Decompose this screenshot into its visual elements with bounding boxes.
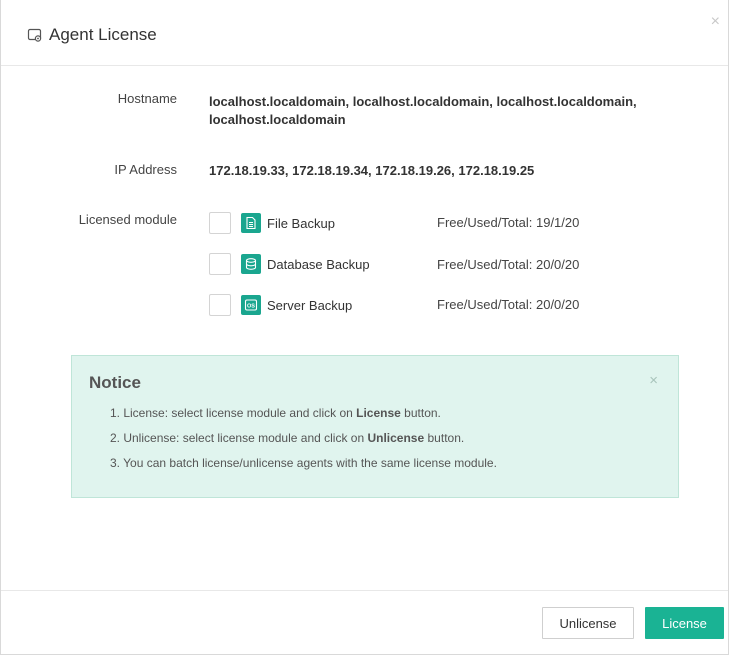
close-icon[interactable]: × <box>711 14 720 30</box>
notice-item: 2. Unlicense: select license module and … <box>110 431 465 445</box>
svg-text:OS: OS <box>247 304 255 310</box>
module-row-database-backup: Database Backup <box>209 251 370 277</box>
hostname-label: Hostname <box>117 91 177 106</box>
hostname-value: localhost.localdomain, localhost.localdo… <box>209 94 637 127</box>
notice-close-icon[interactable]: × <box>649 372 658 389</box>
file-icon <box>241 213 261 233</box>
ip-address-value: 172.18.19.33, 172.18.19.34, 172.18.19.26… <box>209 163 535 178</box>
server-backup-label: Server Backup <box>267 297 353 313</box>
module-row-server-backup: OS Server Backup <box>209 292 352 318</box>
notice-box: Notice × 1. License: select license modu… <box>71 355 679 498</box>
ip-address-label: IP Address <box>114 162 177 177</box>
license-button[interactable]: License <box>645 607 724 639</box>
dialog-title: Agent License <box>27 25 157 45</box>
file-backup-stats: Free/Used/Total: 19/1/20 <box>437 215 580 230</box>
database-backup-checkbox[interactable] <box>209 253 231 275</box>
license-icon <box>27 27 43 43</box>
file-backup-label: File Backup <box>267 215 335 231</box>
agent-license-dialog: Agent License × Hostname localhost.local… <box>0 0 729 655</box>
unlicense-button[interactable]: Unlicense <box>542 607 634 639</box>
os-icon: OS <box>241 295 261 315</box>
notice-item: 3. You can batch license/unlicense agent… <box>110 456 497 470</box>
server-backup-stats: Free/Used/Total: 20/0/20 <box>437 297 580 312</box>
database-backup-label: Database Backup <box>267 256 370 272</box>
database-icon <box>241 254 261 274</box>
database-backup-stats: Free/Used/Total: 20/0/20 <box>437 257 580 272</box>
server-backup-checkbox[interactable] <box>209 294 231 316</box>
notice-list: 1. License: select license module and cl… <box>110 405 497 480</box>
dialog-title-text: Agent License <box>49 25 157 44</box>
dialog-footer: Unlicense License <box>1 590 728 655</box>
dialog-header: Agent License × <box>1 0 728 66</box>
notice-item: 1. License: select license module and cl… <box>110 406 441 420</box>
notice-title: Notice <box>89 373 141 392</box>
module-row-file-backup: File Backup <box>209 210 335 236</box>
licensed-module-label: Licensed module <box>78 212 177 227</box>
file-backup-checkbox[interactable] <box>209 212 231 234</box>
